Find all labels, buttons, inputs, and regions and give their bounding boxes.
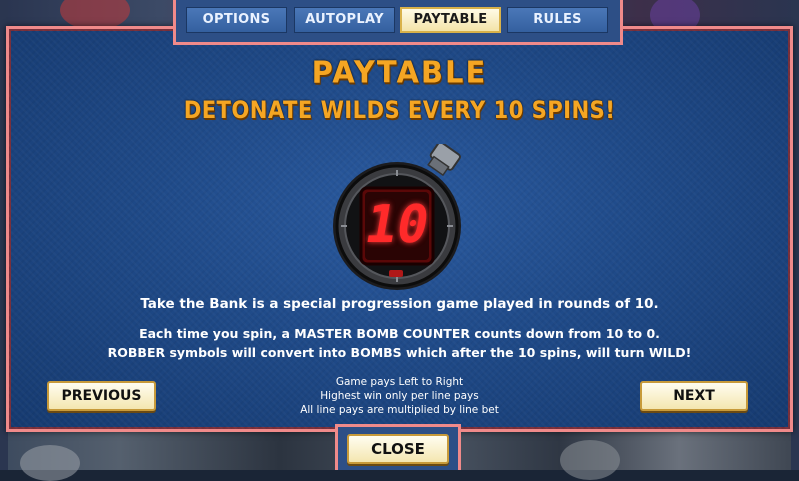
page-title: PAYTABLE — [311, 54, 488, 90]
background-symbol — [20, 445, 80, 481]
next-button[interactable]: NEXT — [640, 381, 748, 411]
tab-bar: OPTIONS AUTOPLAY PAYTABLE RULES — [173, 0, 623, 45]
page-subtitle: DETONATE WILDS EVERY 10 SPINS! — [183, 96, 616, 124]
paytable-text-intro: Take the Bank is a special progression g… — [140, 296, 659, 312]
tab-autoplay[interactable]: AUTOPLAY — [294, 7, 395, 33]
paytable-text-robber: ROBBER symbols will convert into BOMBS w… — [107, 345, 692, 360]
close-button-frame: CLOSE — [335, 424, 461, 470]
paytable-text-counter: Each time you spin, a MASTER BOMB COUNTE… — [139, 326, 660, 341]
bomb-counter-value: 10 — [360, 195, 434, 255]
previous-button[interactable]: PREVIOUS — [47, 381, 156, 411]
background-symbol — [560, 440, 620, 480]
close-button[interactable]: CLOSE — [347, 434, 449, 464]
bomb-stopwatch-icon: 10 — [331, 141, 471, 294]
tab-rules[interactable]: RULES — [507, 7, 608, 33]
tab-paytable[interactable]: PAYTABLE — [400, 7, 501, 33]
tab-options[interactable]: OPTIONS — [186, 7, 287, 33]
